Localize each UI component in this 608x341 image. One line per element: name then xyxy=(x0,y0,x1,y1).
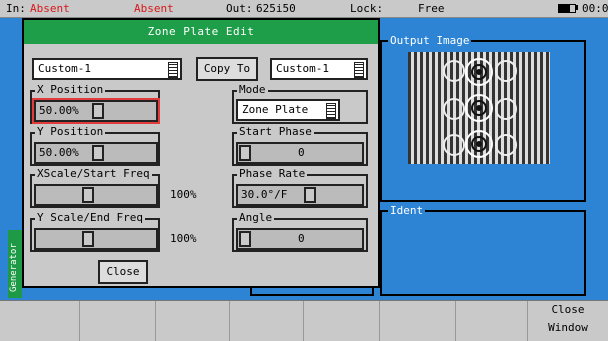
preset-left-value: Custom-1 xyxy=(38,62,91,75)
zone-plate-edit-dialog: Zone Plate Edit Custom-1 Copy To Custom-… xyxy=(22,18,380,288)
battery-icon xyxy=(558,4,576,13)
ident-panel: Ident xyxy=(380,204,586,296)
xscale-slider[interactable] xyxy=(34,184,158,206)
lock-status-value: Free xyxy=(418,2,445,15)
angle-thumb[interactable] xyxy=(239,231,251,247)
xscale-percent: 100% xyxy=(170,188,197,201)
softkey-4[interactable] xyxy=(230,301,304,341)
preset-right-value: Custom-1 xyxy=(276,62,329,75)
close-window-label-1: Close xyxy=(551,303,585,316)
phase-rate-label: Phase Rate xyxy=(237,167,308,181)
softkey-2[interactable] xyxy=(80,301,156,341)
output-status-value: 625i50 xyxy=(256,2,296,15)
status-bar: In: Absent Absent Out: 625i50 Lock: Free… xyxy=(0,0,608,18)
copy-to-button[interactable]: Copy To xyxy=(196,57,258,81)
start-phase-slider[interactable]: 0 xyxy=(236,142,364,164)
x-position-slider[interactable]: 50.00% xyxy=(32,98,160,124)
angle-slider[interactable]: 0 xyxy=(236,228,364,250)
x-position-value: 50.00% xyxy=(39,104,79,117)
list-grip-icon xyxy=(168,62,178,78)
dialog-title: Zone Plate Edit xyxy=(24,20,378,44)
softkey-bar: Close Window xyxy=(0,300,608,341)
list-grip-icon xyxy=(326,103,336,119)
start-phase-value: 0 xyxy=(298,146,305,159)
yscale-slider[interactable] xyxy=(34,228,158,250)
yscale-percent: 100% xyxy=(170,232,197,245)
yscale-thumb[interactable] xyxy=(82,231,94,247)
y-position-thumb[interactable] xyxy=(92,145,104,161)
y-position-label: Y Position xyxy=(35,125,106,139)
clock-time: 00:00 xyxy=(582,2,608,15)
input-status-value: Absent xyxy=(30,2,70,15)
softkey-5[interactable] xyxy=(304,301,380,341)
mode-select[interactable]: Zone Plate xyxy=(236,99,340,121)
zone-plate-preview xyxy=(408,52,550,164)
list-grip-icon xyxy=(354,62,364,78)
ident-title: Ident xyxy=(388,204,426,218)
xscale-thumb[interactable] xyxy=(82,187,94,203)
start-phase-label: Start Phase xyxy=(237,125,314,139)
input-status-label: In: xyxy=(6,2,26,15)
x-position-label: X Position xyxy=(35,83,106,97)
preset-select-right[interactable]: Custom-1 xyxy=(270,58,368,80)
output-image-title: Output Image xyxy=(388,34,472,48)
generator-tab-label: Generator xyxy=(9,243,19,292)
softkey-6[interactable] xyxy=(380,301,456,341)
close-window-softkey[interactable]: Close Window xyxy=(528,301,608,341)
output-status-label: Out: xyxy=(226,2,253,15)
y-position-value: 50.00% xyxy=(39,146,79,159)
preset-select-left[interactable]: Custom-1 xyxy=(32,58,182,80)
phase-rate-slider[interactable]: 30.0°/F xyxy=(236,184,364,206)
mode-value: Zone Plate xyxy=(242,103,309,116)
yscale-label: Y Scale/End Freq xyxy=(35,211,145,225)
input2-status-value: Absent xyxy=(134,2,174,15)
start-phase-thumb[interactable] xyxy=(239,145,251,161)
angle-value: 0 xyxy=(298,232,305,245)
generator-tab[interactable]: Generator xyxy=(8,230,22,298)
y-position-slider[interactable]: 50.00% xyxy=(34,142,158,164)
xscale-label: XScale/Start Freq xyxy=(35,167,152,181)
x-position-thumb[interactable] xyxy=(92,103,104,119)
phase-rate-thumb[interactable] xyxy=(304,187,316,203)
softkey-7[interactable] xyxy=(456,301,528,341)
softkey-1[interactable] xyxy=(0,301,80,341)
angle-label: Angle xyxy=(237,211,275,225)
close-button[interactable]: Close xyxy=(98,260,148,284)
battery-tip-icon xyxy=(576,5,578,10)
lock-status-label: Lock: xyxy=(350,2,384,15)
close-window-label-2: Window xyxy=(548,321,588,334)
softkey-3[interactable] xyxy=(156,301,230,341)
phase-rate-value: 30.0°/F xyxy=(241,188,288,201)
mode-label: Mode xyxy=(237,83,268,97)
